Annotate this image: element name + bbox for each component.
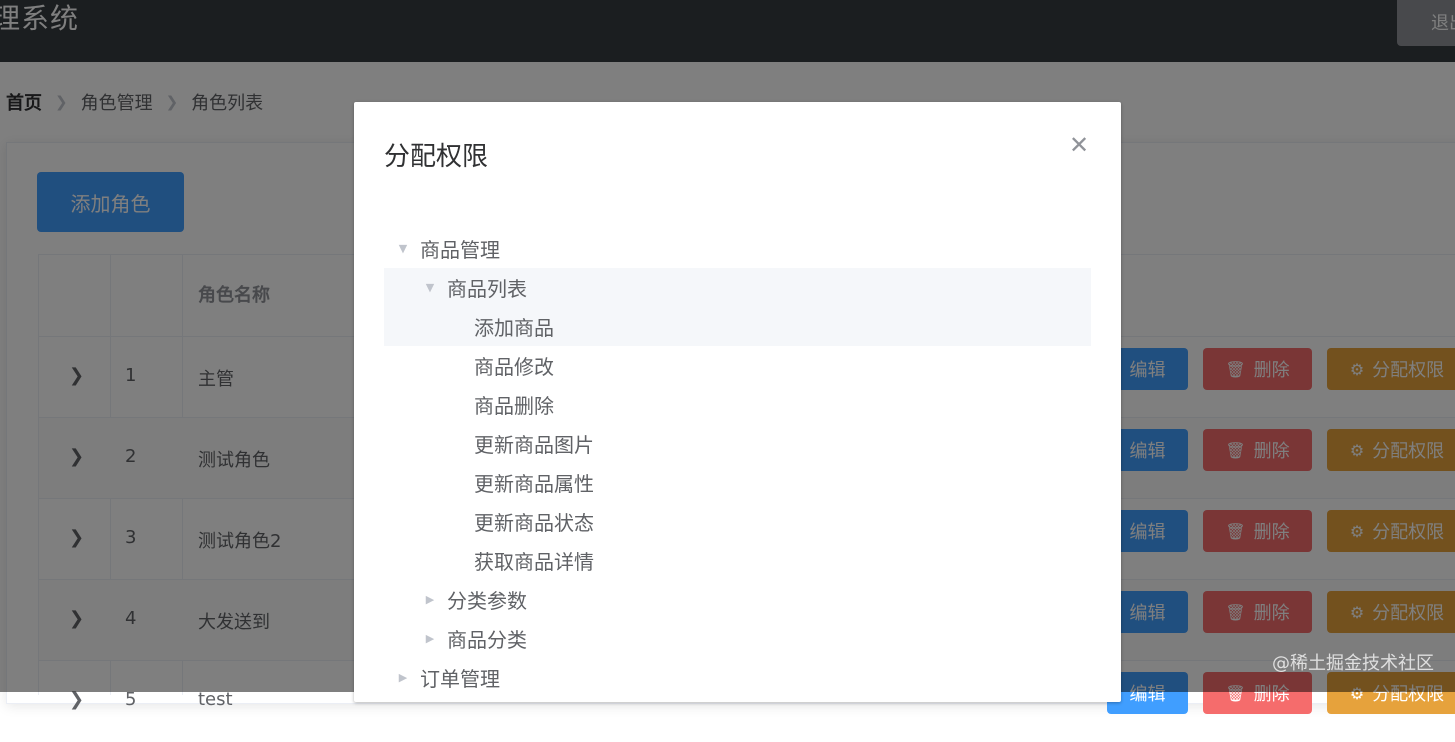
tree-node[interactable]: 商品修改	[384, 346, 1091, 385]
tree-node[interactable]: 商品删除	[384, 385, 1091, 424]
tree-node[interactable]: 更新商品状态	[384, 502, 1091, 541]
tree-node[interactable]: 更新商品属性	[384, 463, 1091, 502]
tree-node[interactable]: 添加商品	[384, 307, 1091, 346]
tree-node-label: 更新商品属性	[474, 472, 594, 496]
tree-node-label: 添加商品	[474, 316, 554, 340]
tree-node-label: 更新商品状态	[474, 511, 594, 535]
tree-node[interactable]: ▶ 分类参数	[384, 580, 1091, 619]
caret-down-icon[interactable]: ▼	[421, 279, 439, 297]
chevron-right-icon[interactable]: ❯	[69, 689, 84, 710]
tree-node[interactable]: ▼ 商品管理	[384, 229, 1091, 268]
tree-node-label: 商品管理	[420, 238, 500, 262]
permission-tree: ▼ 商品管理 ▼ 商品列表添加商品商品修改商品删除更新商品图片 更新商品属性 更新商品状态…	[384, 229, 1091, 697]
caret-right-icon[interactable]: ▶	[421, 591, 439, 609]
tree-node-label: 商品列表	[447, 277, 527, 301]
tree-node-label: 商品删除	[474, 394, 554, 418]
tree-node[interactable]: ▶ 订单管理	[384, 658, 1091, 697]
caret-right-icon[interactable]: ▶	[421, 630, 439, 648]
tree-node[interactable]: 更新商品图片	[384, 424, 1091, 463]
tree-node-label: 订单管理	[420, 667, 500, 691]
role-name: test	[198, 689, 233, 710]
caret-down-icon[interactable]: ▼	[394, 240, 412, 258]
tree-node-label: 更新商品图片	[474, 433, 594, 457]
tree-node-label: 商品修改	[474, 355, 554, 379]
assign-permission-dialog: 分配权限 ✕ ▼ 商品管理 ▼ 商品列表添加商品商品修改商品删除更新商品图片 更新商品属…	[354, 102, 1121, 702]
tree-node-label: 分类参数	[447, 589, 527, 613]
tree-node[interactable]: ▶ 商品分类	[384, 619, 1091, 658]
row-index: 5	[125, 689, 137, 710]
caret-right-icon[interactable]: ▶	[394, 669, 412, 687]
tree-node-label: 商品分类	[447, 628, 527, 652]
watermark: @稀土掘金技术社区	[1272, 653, 1434, 674]
tree-node[interactable]: ▼ 商品列表	[384, 268, 1091, 307]
tree-node-label: 获取商品详情	[474, 550, 594, 574]
dialog-title: 分配权限	[384, 142, 489, 172]
tree-node[interactable]: 获取商品详情	[384, 541, 1091, 580]
close-icon[interactable]: ✕	[1068, 133, 1090, 157]
